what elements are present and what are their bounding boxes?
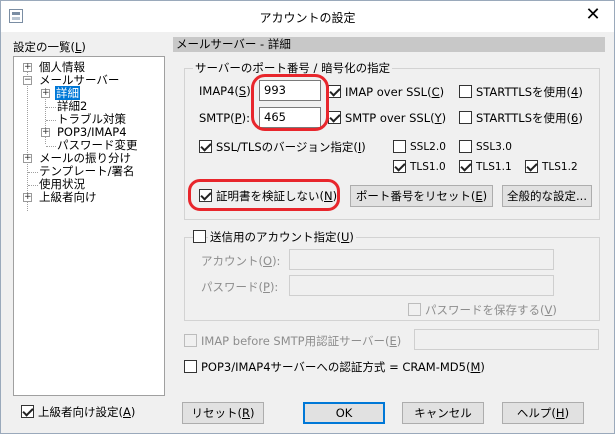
smtp-port-input[interactable]: 465 — [259, 107, 321, 128]
tls12-checkbox[interactable] — [525, 160, 538, 173]
close-button[interactable]: ✕ — [578, 3, 608, 27]
imap-port-input[interactable]: 993 — [259, 80, 321, 101]
starttls-smtp-label: STARTTLSを使用(6) — [476, 111, 583, 125]
expand-icon[interactable]: + — [23, 154, 32, 163]
expand-icon[interactable]: + — [41, 128, 50, 137]
tls11-label: TLS1.1 — [476, 161, 512, 173]
cram-md5-checkbox[interactable] — [184, 360, 197, 373]
tls10-checkbox[interactable] — [393, 160, 406, 173]
skip-cert-verify-checkbox[interactable] — [199, 189, 212, 202]
account-settings-window: アカウントの設定 ✕ 設定の一覧(L) + 個人情報 − メールサーバー + 詳… — [0, 0, 615, 434]
cancel-button[interactable]: キャンセル — [402, 402, 484, 424]
settings-list-heading: 設定の一覧(L) — [13, 40, 86, 54]
tls10-label: TLS1.0 — [410, 161, 446, 173]
starttls-imap-label: STARTTLSを使用(4) — [476, 85, 583, 99]
password-input[interactable] — [289, 275, 554, 296]
account-label: アカウント(O): — [201, 254, 281, 268]
ssl20-label: SSL2.0 — [410, 141, 446, 153]
port-group-title: サーバーのポート番号 / 暗号化の指定 — [193, 61, 393, 75]
settings-tree[interactable]: + 個人情報 − メールサーバー + 詳細 詳細2 トラブル対策 + POP3/… — [13, 56, 165, 396]
collapse-icon[interactable]: − — [23, 76, 32, 85]
expand-icon[interactable]: + — [41, 89, 50, 98]
ssl-version-checkbox[interactable] — [199, 140, 212, 153]
tls11-checkbox[interactable] — [459, 160, 472, 173]
imap-port-label: IMAP4(S): — [199, 84, 255, 98]
smtp-port-label: SMTP(P): — [199, 111, 250, 125]
window-title: アカウントの設定 — [259, 11, 356, 25]
help-button[interactable]: ヘルプ(H) — [502, 402, 584, 424]
smtp-over-ssl-label: SMTP over SSL(Y) — [345, 111, 447, 125]
advanced-settings-checkbox[interactable] — [21, 405, 34, 418]
expand-icon[interactable]: + — [23, 193, 32, 202]
reset-port-button[interactable]: ポート番号をリセット(E) — [350, 185, 493, 207]
account-input[interactable] — [289, 249, 554, 270]
password-label: パスワード(P): — [201, 280, 279, 294]
smtp-over-ssl-checkbox[interactable] — [328, 111, 341, 124]
imap-over-ssl-label: IMAP over SSL(C) — [345, 85, 445, 99]
ok-button[interactable]: OK — [303, 402, 385, 424]
ssl30-checkbox[interactable] — [459, 140, 472, 153]
general-settings-button[interactable]: 全般的な設定... — [502, 185, 592, 207]
save-password-checkbox[interactable] — [408, 303, 421, 316]
imap-before-smtp-checkbox[interactable] — [184, 334, 197, 347]
reset-button[interactable]: リセット(R) — [182, 402, 264, 424]
tls12-label: TLS1.2 — [542, 161, 578, 173]
ssl-version-label: SSL/TLSのバージョン指定(I) — [216, 140, 366, 154]
skip-cert-verify-label: 証明書を検証しない(N) — [216, 189, 338, 203]
tree-item-advanced[interactable]: 上級者向け — [39, 191, 97, 204]
expand-icon[interactable]: + — [23, 63, 32, 72]
starttls-imap-checkbox[interactable] — [459, 85, 472, 98]
send-account-title: 送信用のアカウント指定(U) — [208, 230, 356, 244]
ssl20-checkbox[interactable] — [393, 140, 406, 153]
panel-header: メールサーバー - 詳細 — [173, 37, 605, 52]
save-password-label: パスワードを保存する(V) — [425, 303, 557, 317]
advanced-settings-label: 上級者向け設定(A) — [38, 405, 136, 419]
title-bar: アカウントの設定 ✕ — [1, 1, 614, 32]
imap-over-ssl-checkbox[interactable] — [328, 85, 341, 98]
send-account-checkbox[interactable] — [193, 230, 206, 243]
starttls-smtp-checkbox[interactable] — [459, 111, 472, 124]
imap-before-smtp-label: IMAP before SMTP用認証サーバー(E) — [201, 334, 402, 348]
ssl30-label: SSL3.0 — [476, 141, 512, 153]
imap-before-smtp-input[interactable] — [414, 329, 599, 350]
cram-md5-label: POP3/IMAP4サーバーへの認証方式 = CRAM-MD5(M) — [201, 360, 485, 374]
